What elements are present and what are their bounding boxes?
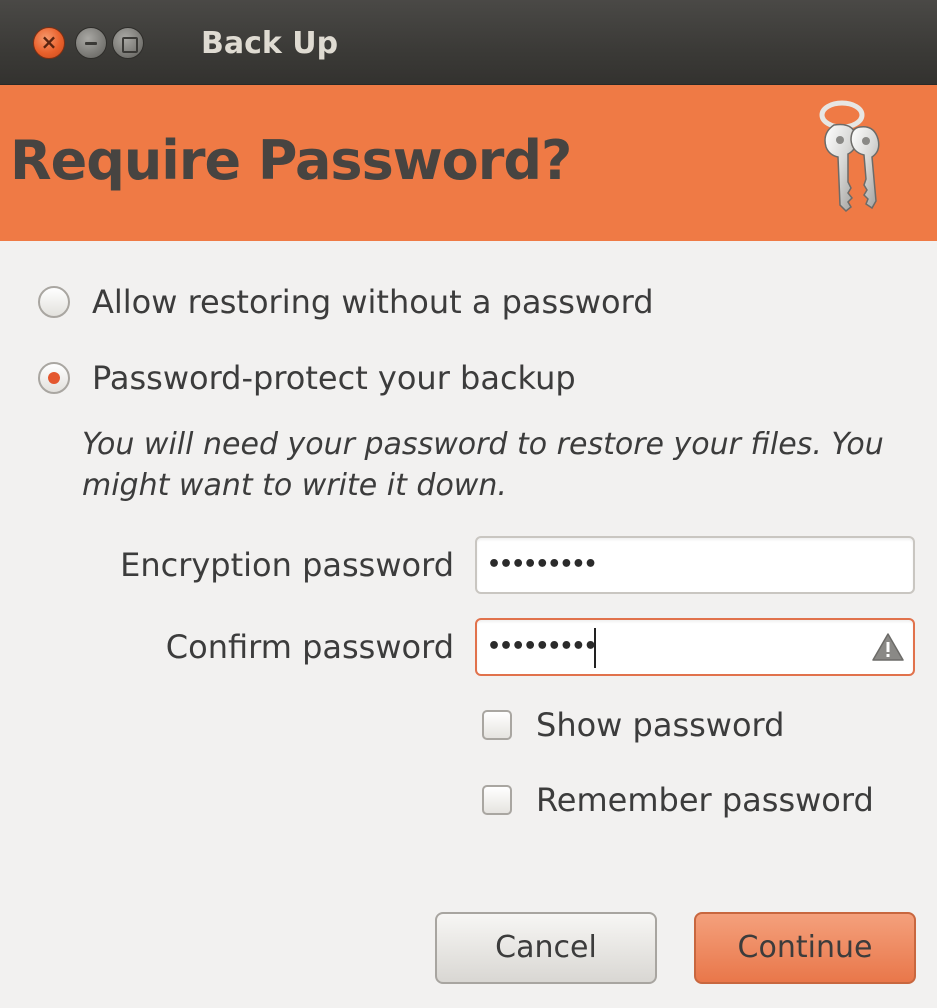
encryption-password-label: Encryption password [120, 546, 454, 584]
cancel-button[interactable]: Cancel [435, 912, 657, 984]
show-password-option[interactable]: Show password [482, 703, 784, 747]
radio-button[interactable] [38, 286, 70, 318]
header-banner: Require Password? [0, 85, 937, 241]
confirm-password-field[interactable]: ••••••••• [475, 618, 915, 676]
window-title: Back Up [201, 26, 339, 61]
encryption-password-field[interactable]: ••••••••• [475, 536, 915, 594]
password-hint: You will need your password to restore y… [82, 427, 884, 503]
radio-no-password[interactable]: Allow restoring without a password [38, 280, 654, 324]
radio-label: Allow restoring without a password [92, 283, 654, 321]
radio-password-protect[interactable]: Password-protect your backup [38, 356, 576, 400]
confirm-password-value: ••••••••• [487, 634, 598, 659]
continue-button[interactable]: Continue [694, 912, 916, 984]
encryption-password-value: ••••••••• [487, 552, 598, 577]
radio-label: Password-protect your backup [92, 359, 576, 397]
minimize-icon[interactable] [75, 27, 107, 59]
close-icon[interactable] [33, 27, 65, 59]
keys-icon [819, 100, 880, 213]
remember-password-label: Remember password [536, 781, 874, 819]
show-password-label: Show password [536, 706, 785, 744]
remember-password-checkbox[interactable] [482, 785, 512, 815]
page-title: Require Password? [10, 129, 572, 192]
maximize-icon[interactable] [112, 27, 144, 59]
show-password-checkbox[interactable] [482, 710, 512, 740]
radio-button-selected[interactable] [38, 362, 70, 394]
confirm-password-label: Confirm password [165, 628, 454, 666]
text-caret [594, 628, 596, 668]
warning-icon [872, 633, 904, 661]
title-bar[interactable]: Back Up [0, 0, 937, 85]
remember-password-option[interactable]: Remember password [482, 778, 874, 822]
